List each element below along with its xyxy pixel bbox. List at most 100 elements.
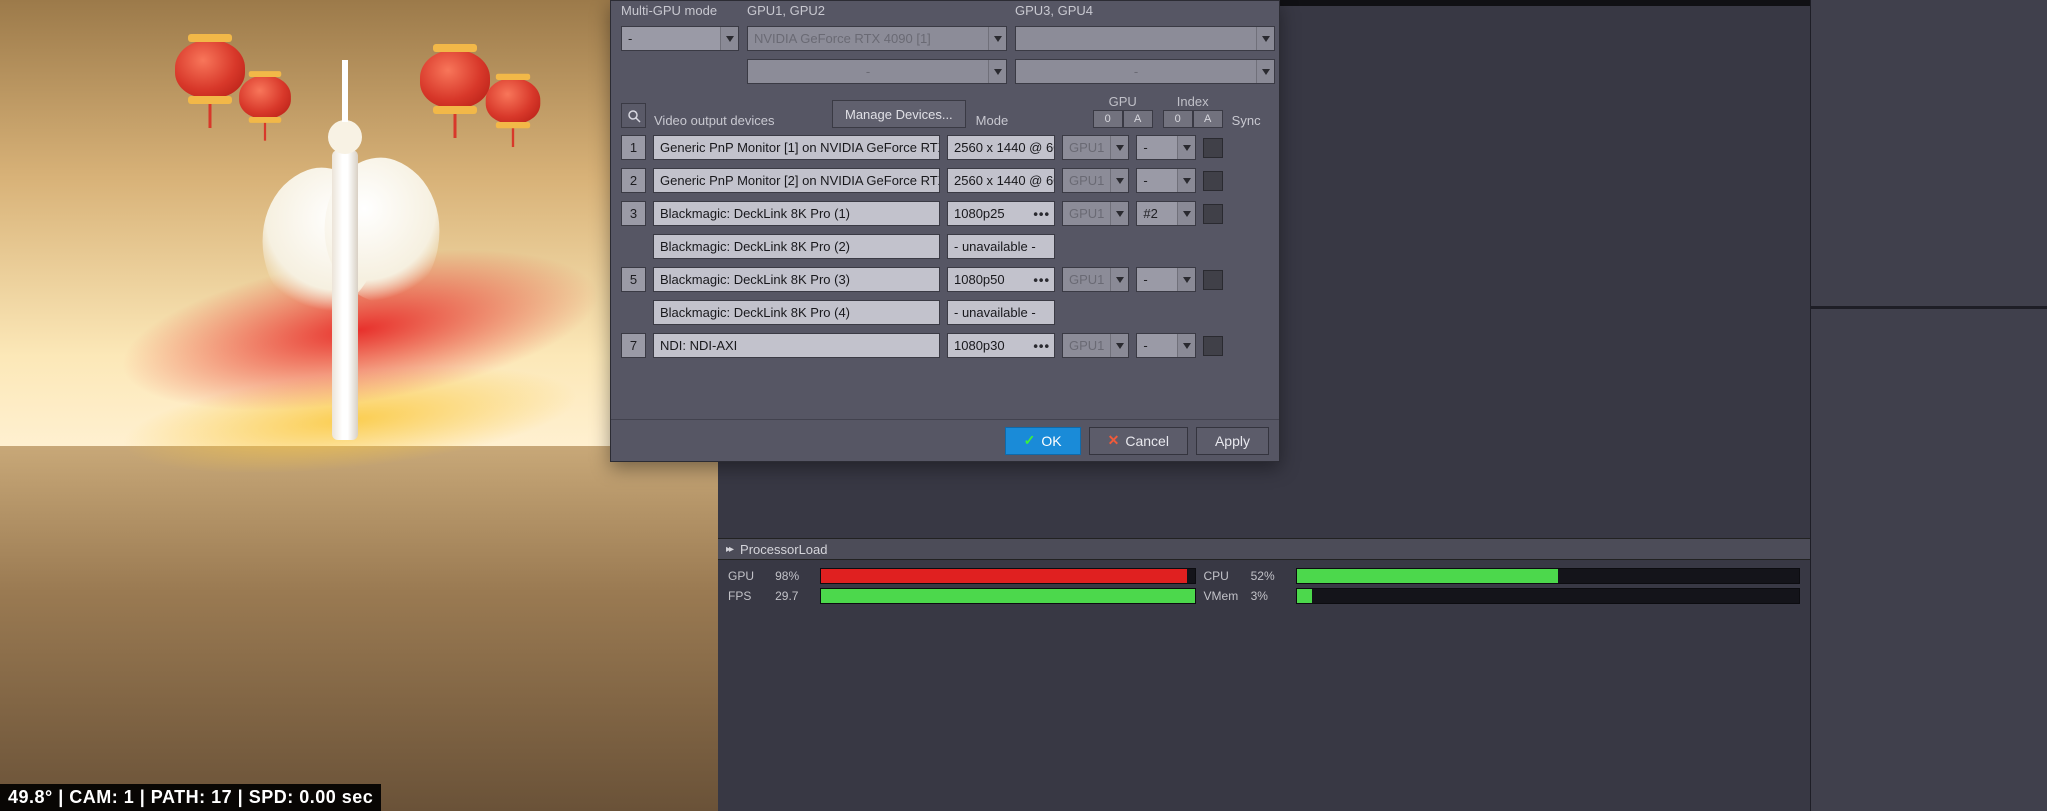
chevron-down-icon[interactable]: [1177, 334, 1195, 357]
chevron-down-icon[interactable]: [1110, 136, 1128, 159]
device-index-value: -: [1137, 173, 1177, 188]
device-row-number[interactable]: 3: [621, 201, 646, 226]
device-mode-field[interactable]: 2560 x 1440 @ 60: [947, 168, 1055, 193]
cpu-bar: [1296, 568, 1800, 584]
device-mode-field[interactable]: 1080p25•••: [947, 201, 1055, 226]
chevron-down-icon[interactable]: [1110, 169, 1128, 192]
device-name-field[interactable]: Generic PnP Monitor [2] on NVIDIA GeForc…: [653, 168, 940, 193]
chevron-down-icon[interactable]: [1177, 202, 1195, 225]
device-mode-field[interactable]: 1080p30•••: [947, 333, 1055, 358]
device-index-combo[interactable]: -: [1136, 333, 1196, 358]
gpu12-primary-value: NVIDIA GeForce RTX 4090 [1]: [748, 31, 988, 46]
search-icon: [627, 109, 641, 123]
scene-lantern: [420, 50, 490, 108]
scene-lantern: [175, 40, 245, 98]
chevron-down-icon[interactable]: [1177, 268, 1195, 291]
chevron-down-icon[interactable]: [1256, 27, 1274, 50]
device-gpu-combo[interactable]: GPU1: [1062, 201, 1129, 226]
chevron-down-icon[interactable]: [1110, 268, 1128, 291]
cancel-button-label: Cancel: [1125, 433, 1169, 449]
device-row-number: [621, 234, 646, 259]
chevron-down-icon[interactable]: [1177, 136, 1195, 159]
manage-devices-button[interactable]: Manage Devices...: [832, 100, 966, 128]
device-gpu-value: GPU1: [1063, 338, 1110, 353]
device-gpu-value: GPU1: [1063, 272, 1110, 287]
device-sync-checkbox[interactable]: [1203, 171, 1223, 191]
device-mode-field[interactable]: 1080p50•••: [947, 267, 1055, 292]
gpu12-primary-combo[interactable]: NVIDIA GeForce RTX 4090 [1]: [747, 26, 1007, 51]
device-gpu-combo[interactable]: GPU1: [1062, 168, 1129, 193]
gpu-0-button[interactable]: 0: [1093, 110, 1123, 128]
right-side-panel: [1810, 0, 2047, 811]
ellipsis-icon[interactable]: •••: [1033, 206, 1050, 221]
fps-label: FPS: [728, 589, 767, 603]
processor-load-title: ProcessorLoad: [740, 542, 827, 557]
device-sync-checkbox[interactable]: [1203, 204, 1223, 224]
device-name-field[interactable]: NDI: NDI-AXI: [653, 333, 940, 358]
device-sync-checkbox[interactable]: [1203, 138, 1223, 158]
search-devices-button[interactable]: [621, 103, 646, 128]
gpu-bar: [820, 568, 1195, 584]
multi-gpu-mode-label: Multi-GPU mode: [621, 3, 739, 18]
sync-column-header: Sync: [1232, 113, 1261, 128]
chevron-down-icon[interactable]: [1177, 169, 1195, 192]
device-mode-field[interactable]: 2560 x 1440 @ 60: [947, 135, 1055, 160]
chevron-down-icon[interactable]: [1110, 334, 1128, 357]
device-row-number: [621, 300, 646, 325]
mode-column-header: Mode: [976, 113, 1084, 128]
device-row: 2 Generic PnP Monitor [2] on NVIDIA GeFor…: [611, 164, 1279, 197]
gpu12-secondary-combo[interactable]: -: [747, 59, 1007, 84]
video-output-dialog: Multi-GPU mode GPU1, GPU2 GPU3, GPU4 - N…: [610, 0, 1280, 462]
chevron-down-icon[interactable]: [720, 27, 738, 50]
device-gpu-value: GPU1: [1063, 206, 1110, 221]
gpu-a-button[interactable]: A: [1123, 110, 1153, 128]
device-gpu-combo[interactable]: GPU1: [1062, 267, 1129, 292]
scene-tower: [290, 60, 400, 440]
device-index-combo[interactable]: -: [1136, 168, 1196, 193]
chevron-down-icon[interactable]: [1256, 60, 1274, 83]
device-name-field[interactable]: Blackmagic: DeckLink 8K Pro (2): [653, 234, 940, 259]
index-a-button[interactable]: A: [1193, 110, 1223, 128]
device-sync-checkbox[interactable]: [1203, 270, 1223, 290]
gpu34-secondary-value: -: [1016, 64, 1256, 79]
chevron-down-icon[interactable]: [988, 27, 1006, 50]
cancel-button[interactable]: ✕ Cancel: [1089, 427, 1188, 455]
device-row-number[interactable]: 2: [621, 168, 646, 193]
gpu12-secondary-value: -: [748, 64, 988, 79]
index-0-button[interactable]: 0: [1163, 110, 1193, 128]
device-gpu-combo[interactable]: GPU1: [1062, 333, 1129, 358]
vmem-bar: [1296, 588, 1800, 604]
right-side-divider: [1810, 306, 2047, 309]
gpu-column-header: GPU: [1109, 94, 1137, 109]
index-column-header: Index: [1177, 94, 1209, 109]
ok-button-label: OK: [1041, 433, 1061, 449]
device-index-combo[interactable]: #2: [1136, 201, 1196, 226]
gpu34-primary-combo[interactable]: [1015, 26, 1275, 51]
device-gpu-combo[interactable]: GPU1: [1062, 135, 1129, 160]
expand-icon: ▸▸: [726, 544, 732, 555]
multi-gpu-mode-combo[interactable]: -: [621, 26, 739, 51]
apply-button-label: Apply: [1215, 433, 1250, 449]
device-row-number[interactable]: 1: [621, 135, 646, 160]
device-sync-checkbox[interactable]: [1203, 336, 1223, 356]
processor-load-panel: ▸▸ ProcessorLoad GPU 98% CPU 52% FPS 29.…: [718, 538, 1810, 634]
apply-button[interactable]: Apply: [1196, 427, 1269, 455]
ellipsis-icon[interactable]: •••: [1033, 272, 1050, 287]
ok-button[interactable]: ✓ OK: [1005, 427, 1081, 455]
device-index-combo[interactable]: -: [1136, 267, 1196, 292]
device-row-number[interactable]: 5: [621, 267, 646, 292]
gpu34-secondary-combo[interactable]: -: [1015, 59, 1275, 84]
ellipsis-icon[interactable]: •••: [1033, 338, 1050, 353]
device-index-combo[interactable]: -: [1136, 135, 1196, 160]
device-name-field[interactable]: Blackmagic: DeckLink 8K Pro (3): [653, 267, 940, 292]
device-name-field[interactable]: Blackmagic: DeckLink 8K Pro (1): [653, 201, 940, 226]
gpu-value: 98%: [775, 569, 812, 583]
processor-load-header[interactable]: ▸▸ ProcessorLoad: [718, 538, 1810, 560]
device-name-field[interactable]: Generic PnP Monitor [1] on NVIDIA GeForc…: [653, 135, 940, 160]
cpu-value: 52%: [1251, 569, 1288, 583]
chevron-down-icon[interactable]: [1110, 202, 1128, 225]
fps-bar: [820, 588, 1195, 604]
chevron-down-icon[interactable]: [988, 60, 1006, 83]
device-row-number[interactable]: 7: [621, 333, 646, 358]
device-name-field[interactable]: Blackmagic: DeckLink 8K Pro (4): [653, 300, 940, 325]
